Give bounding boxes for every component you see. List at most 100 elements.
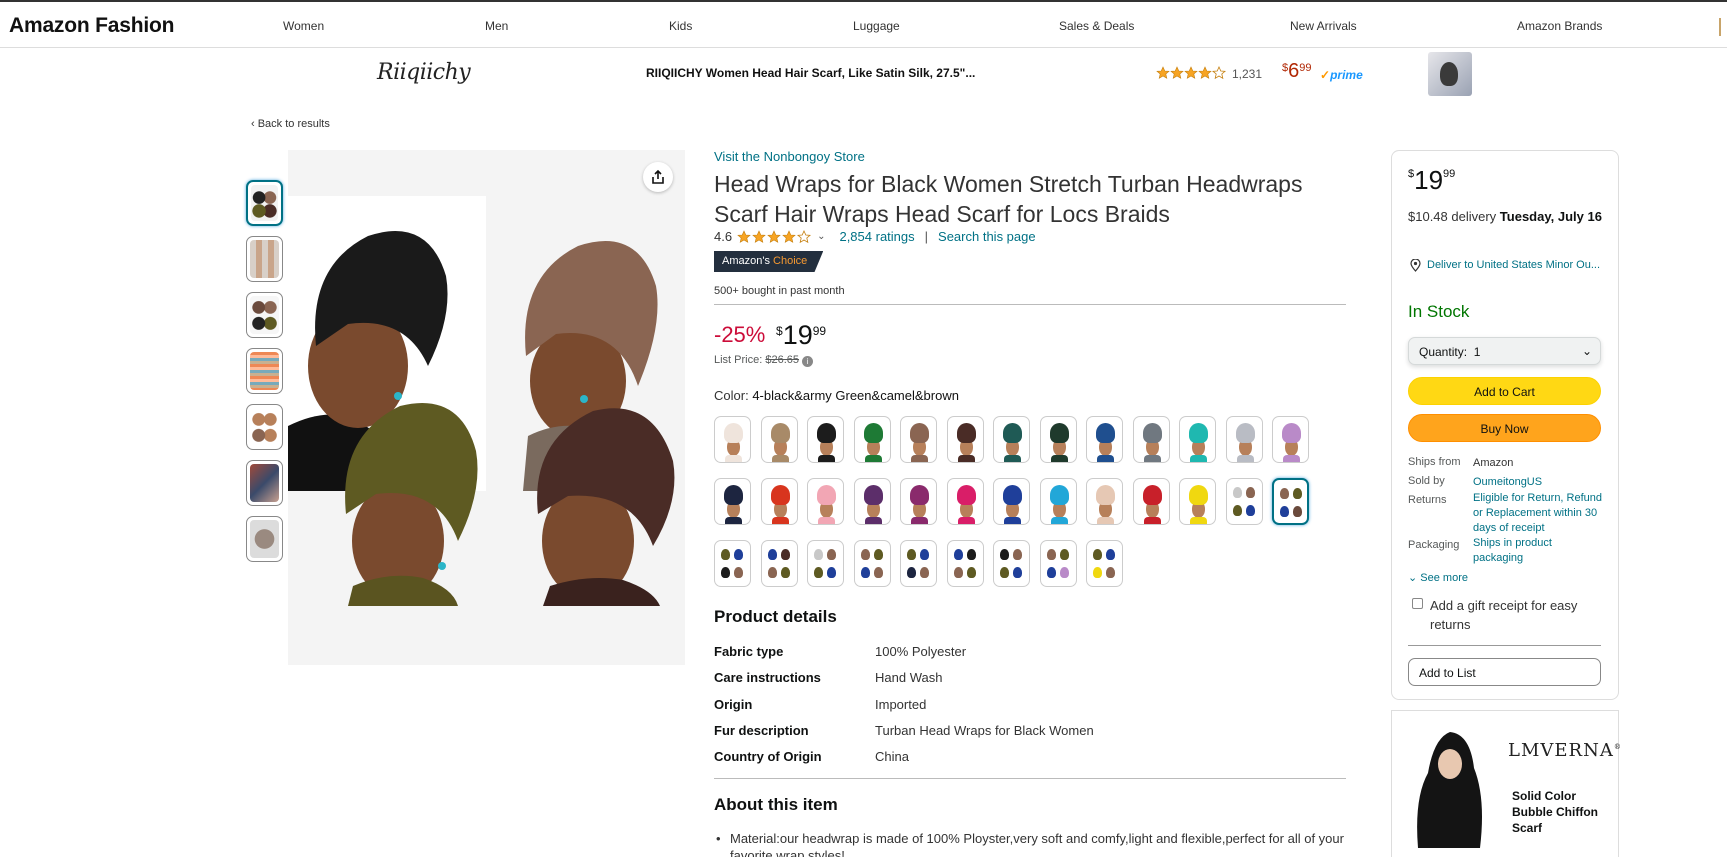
color-swatch[interactable] (993, 540, 1030, 587)
color-swatch[interactable] (1040, 416, 1077, 463)
about-heading: About this item (714, 795, 838, 814)
color-swatch[interactable] (761, 540, 798, 587)
stock-status: In Stock (1408, 302, 1470, 321)
star-rating-icon[interactable] (737, 229, 812, 244)
swatch-mini-shape (721, 567, 730, 578)
swatch-mini-shape (920, 567, 929, 578)
nav-link-kids[interactable]: Kids (669, 19, 692, 33)
quantity-select[interactable]: Quantity: 1 ⌄ (1408, 337, 1601, 365)
ad-brand-logo: LMVERNA® (1508, 740, 1622, 761)
color-swatch[interactable] (993, 478, 1030, 525)
thumbnail-3[interactable] (246, 292, 283, 338)
swatch-wrap-shape (1189, 485, 1208, 505)
color-swatch[interactable] (1272, 416, 1309, 463)
thumbnail-2[interactable] (246, 236, 283, 282)
swatch-neck-shape (725, 517, 742, 524)
main-product-image[interactable] (288, 150, 685, 665)
swatch-mini-shape (1246, 505, 1255, 516)
color-swatch[interactable] (947, 540, 984, 587)
color-swatch[interactable] (1040, 478, 1077, 525)
swatch-mini-shape (1293, 488, 1302, 499)
search-this-page-link[interactable]: Search this page (938, 229, 1036, 244)
thumbnail-7-video[interactable] (246, 516, 283, 562)
swatch-mini-shape (827, 567, 836, 578)
deliver-to-link[interactable]: Deliver to United States Minor Ou... (1408, 257, 1603, 273)
color-swatch[interactable] (1226, 416, 1263, 463)
sponsored-star-rating-icon[interactable] (1156, 66, 1228, 80)
buy-now-button[interactable]: Buy Now (1408, 414, 1601, 442)
color-swatch[interactable] (761, 478, 798, 525)
color-swatch[interactable] (947, 478, 984, 525)
prime-label: prime (1330, 68, 1363, 82)
sponsored-title[interactable]: RIIQIICHY Women Head Hair Scarf, Like Sa… (646, 66, 975, 80)
detail-key-fur: Fur description (714, 723, 809, 738)
color-swatch[interactable] (1272, 478, 1309, 525)
gift-receipt-label[interactable]: Add a gift receipt for easy returns (1412, 596, 1607, 634)
color-swatch[interactable] (714, 478, 751, 525)
add-to-cart-button[interactable]: Add to Cart (1408, 377, 1601, 405)
color-swatch[interactable] (1226, 478, 1263, 525)
share-icon (652, 169, 664, 184)
ratings-count-link[interactable]: 2,854 ratings (839, 229, 914, 244)
swatch-neck-shape (818, 455, 835, 462)
returns-link[interactable]: Eligible for Return, Refund or Replaceme… (1473, 491, 1603, 536)
detail-key-origin: Origin (714, 697, 753, 712)
color-swatch[interactable] (854, 540, 891, 587)
color-swatch[interactable] (761, 416, 798, 463)
color-swatch[interactable] (714, 540, 751, 587)
color-swatch[interactable] (1086, 540, 1123, 587)
packaging-link[interactable]: Ships in product packaging (1473, 536, 1603, 566)
sold-by-link[interactable]: OumeitongUS (1473, 475, 1603, 490)
nav-link-men[interactable]: Men (485, 19, 508, 33)
color-swatch[interactable] (993, 416, 1030, 463)
swatch-wrap-shape (817, 485, 836, 505)
swatch-mini-shape (734, 567, 743, 578)
color-swatch[interactable] (807, 540, 844, 587)
brand-logo[interactable]: Amazon Fashion (9, 14, 174, 38)
rating-value: 4.6 (714, 229, 733, 244)
rating-chevron-down-icon[interactable]: ⌄ (817, 231, 825, 242)
color-swatch[interactable] (900, 478, 937, 525)
product-price: $1999 (776, 320, 826, 351)
nav-link-luggage[interactable]: Luggage (853, 19, 900, 33)
sponsored-rating-count[interactable]: 1,231 (1232, 67, 1262, 81)
thumbnail-6[interactable] (246, 460, 283, 506)
swatch-neck-shape (1097, 517, 1114, 524)
see-more-toggle[interactable]: ⌄ See more (1408, 571, 1468, 584)
nav-link-sales-deals[interactable]: Sales & Deals (1059, 19, 1134, 33)
share-button[interactable] (643, 162, 673, 192)
store-link[interactable]: Visit the Nonbongoy Store (714, 149, 865, 164)
color-swatch[interactable] (1179, 416, 1216, 463)
color-selection-label: Color: 4-black&army Green&camel&brown (714, 388, 959, 403)
color-swatch[interactable] (1179, 478, 1216, 525)
color-swatch[interactable] (714, 416, 751, 463)
color-swatch[interactable] (1086, 478, 1123, 525)
add-to-list-button[interactable]: Add to List (1408, 658, 1601, 686)
color-swatch[interactable] (1133, 478, 1170, 525)
thumbnail-4[interactable] (246, 348, 283, 394)
color-swatch[interactable] (854, 416, 891, 463)
ad-product-image[interactable] (1400, 718, 1496, 848)
swatch-neck-shape (772, 455, 789, 462)
info-icon[interactable]: i (802, 356, 814, 367)
color-swatch[interactable] (1133, 416, 1170, 463)
ad-product-title[interactable]: Solid Color Bubble Chiffon Scarf (1512, 788, 1607, 836)
detail-value-country: China (875, 749, 909, 764)
color-swatch[interactable] (900, 416, 937, 463)
color-swatch[interactable] (1040, 540, 1077, 587)
nav-link-amazon-brands[interactable]: Amazon Brands (1517, 19, 1602, 33)
color-swatch[interactable] (947, 416, 984, 463)
color-swatch[interactable] (807, 416, 844, 463)
bought-in-past-month: 500+ bought in past month (714, 285, 845, 297)
sponsored-brand-logo[interactable]: Riiqiichy (377, 60, 471, 85)
nav-link-new-arrivals[interactable]: New Arrivals (1290, 19, 1357, 33)
sponsored-product-image[interactable] (1428, 52, 1472, 96)
color-swatch[interactable] (807, 478, 844, 525)
thumbnail-1[interactable] (246, 180, 283, 226)
color-swatch[interactable] (854, 478, 891, 525)
color-swatch[interactable] (1086, 416, 1123, 463)
back-to-results-link[interactable]: ‹ Back to results (251, 118, 330, 130)
nav-link-women[interactable]: Women (283, 19, 324, 33)
thumbnail-5[interactable] (246, 404, 283, 450)
color-swatch[interactable] (900, 540, 937, 587)
